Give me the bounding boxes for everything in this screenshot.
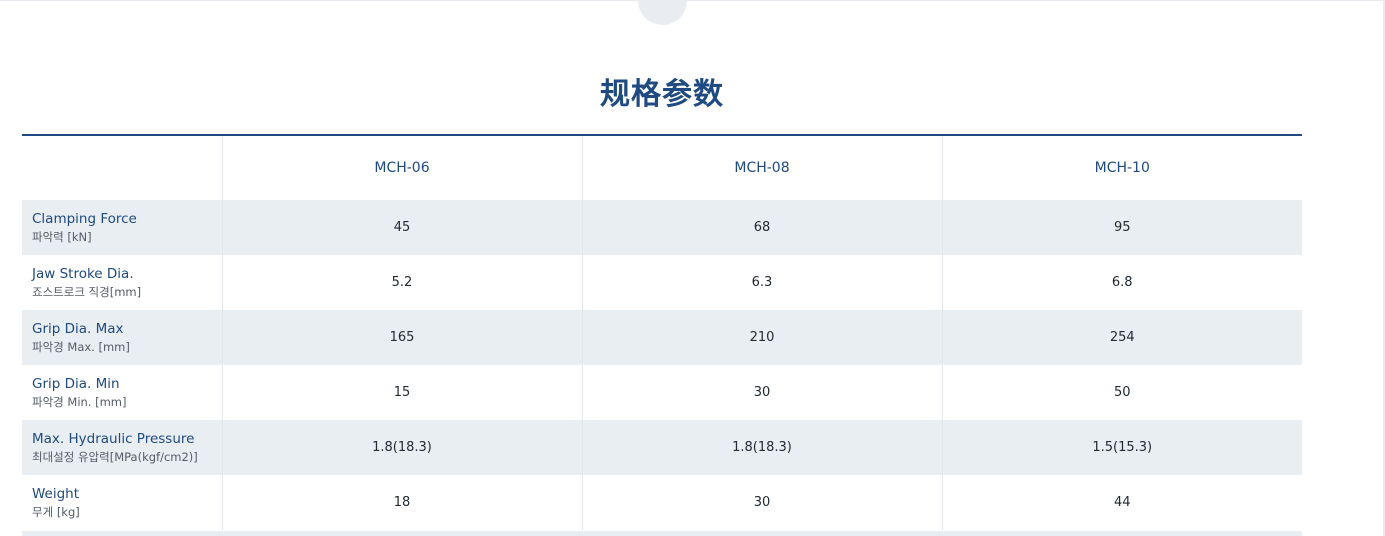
param-name-en: Grip Dia. Min xyxy=(32,375,120,392)
header-empty-cell xyxy=(22,136,222,200)
param-label-cell: Jaw Stroke Dia. 죠스트로크 직경[mm] xyxy=(22,255,222,310)
param-name-ko: 파악력 [kN] xyxy=(32,229,92,244)
value-cell: 95 xyxy=(941,200,1302,255)
param-label-cell: Max. Hydraulic Pressure 최대설정 유압력[MPa(kgf… xyxy=(22,420,222,475)
value-cell: 68 xyxy=(581,200,942,255)
value-cell: 1.8(18.3) xyxy=(581,420,942,475)
param-name-ko: 파악경 Max. [mm] xyxy=(32,339,130,354)
value-cell: 1.5(15.3) xyxy=(941,420,1302,475)
value-cell: 210 xyxy=(581,310,942,365)
value-cell: 44 xyxy=(941,475,1302,530)
param-name-ko: 무게 [kg] xyxy=(32,504,80,519)
decorative-circle xyxy=(638,0,687,25)
param-name-en: Clamping Force xyxy=(32,210,137,227)
value-cell: 6.8 xyxy=(941,255,1302,310)
value-cell: 18 xyxy=(221,475,582,530)
value-cell: 5.2 xyxy=(221,255,582,310)
param-name-en: Grip Dia. Max xyxy=(32,320,124,337)
value-cell: 1.8(18.3) xyxy=(221,420,582,475)
table-row-partial xyxy=(22,531,1302,536)
param-name-en: Weight xyxy=(32,485,80,502)
top-divider xyxy=(0,0,1385,1)
table-row: Clamping Force 파악력 [kN] 45 68 95 xyxy=(22,200,1302,255)
value-cell: 50 xyxy=(941,365,1302,420)
param-label-cell: Grip Dia. Max 파악경 Max. [mm] xyxy=(22,310,222,365)
table-row: Jaw Stroke Dia. 죠스트로크 직경[mm] 5.2 6.3 6.8 xyxy=(22,255,1302,310)
param-name-ko: 죠스트로크 직경[mm] xyxy=(32,284,142,299)
table-row: Grip Dia. Min 파악경 Min. [mm] 15 30 50 xyxy=(22,365,1302,420)
section-title: 规格参数 xyxy=(600,77,724,112)
table-header-row: MCH-06 MCH-08 MCH-10 xyxy=(22,136,1302,200)
param-name-ko: 최대설정 유압력[MPa(kgf/cm2)] xyxy=(32,449,198,464)
page: 规格参数 MCH-06 MCH-08 MCH-10 Clamping Force… xyxy=(0,0,1385,536)
value-cell: 254 xyxy=(941,310,1302,365)
param-name-ko: 파악경 Min. [mm] xyxy=(32,394,127,409)
table-row: Weight 무게 [kg] 18 30 44 xyxy=(22,475,1302,530)
column-header: MCH-06 xyxy=(221,136,582,200)
value-cell: 30 xyxy=(581,365,942,420)
value-cell: 30 xyxy=(581,475,942,530)
spec-table: MCH-06 MCH-08 MCH-10 Clamping Force 파악력 … xyxy=(22,136,1302,530)
param-name-en: Max. Hydraulic Pressure xyxy=(32,430,195,447)
param-label-cell: Weight 무게 [kg] xyxy=(22,475,222,530)
param-label-cell: Grip Dia. Min 파악경 Min. [mm] xyxy=(22,365,222,420)
table-row: Max. Hydraulic Pressure 최대설정 유압력[MPa(kgf… xyxy=(22,420,1302,475)
value-cell: 15 xyxy=(221,365,582,420)
param-label-cell: Clamping Force 파악력 [kN] xyxy=(22,200,222,255)
column-header: MCH-10 xyxy=(941,136,1302,200)
table-row: Grip Dia. Max 파악경 Max. [mm] 165 210 254 xyxy=(22,310,1302,365)
spec-table-container: MCH-06 MCH-08 MCH-10 Clamping Force 파악력 … xyxy=(22,134,1302,530)
value-cell: 45 xyxy=(221,200,582,255)
value-cell: 165 xyxy=(221,310,582,365)
param-name-en: Jaw Stroke Dia. xyxy=(32,265,134,282)
column-header: MCH-08 xyxy=(581,136,942,200)
value-cell: 6.3 xyxy=(581,255,942,310)
